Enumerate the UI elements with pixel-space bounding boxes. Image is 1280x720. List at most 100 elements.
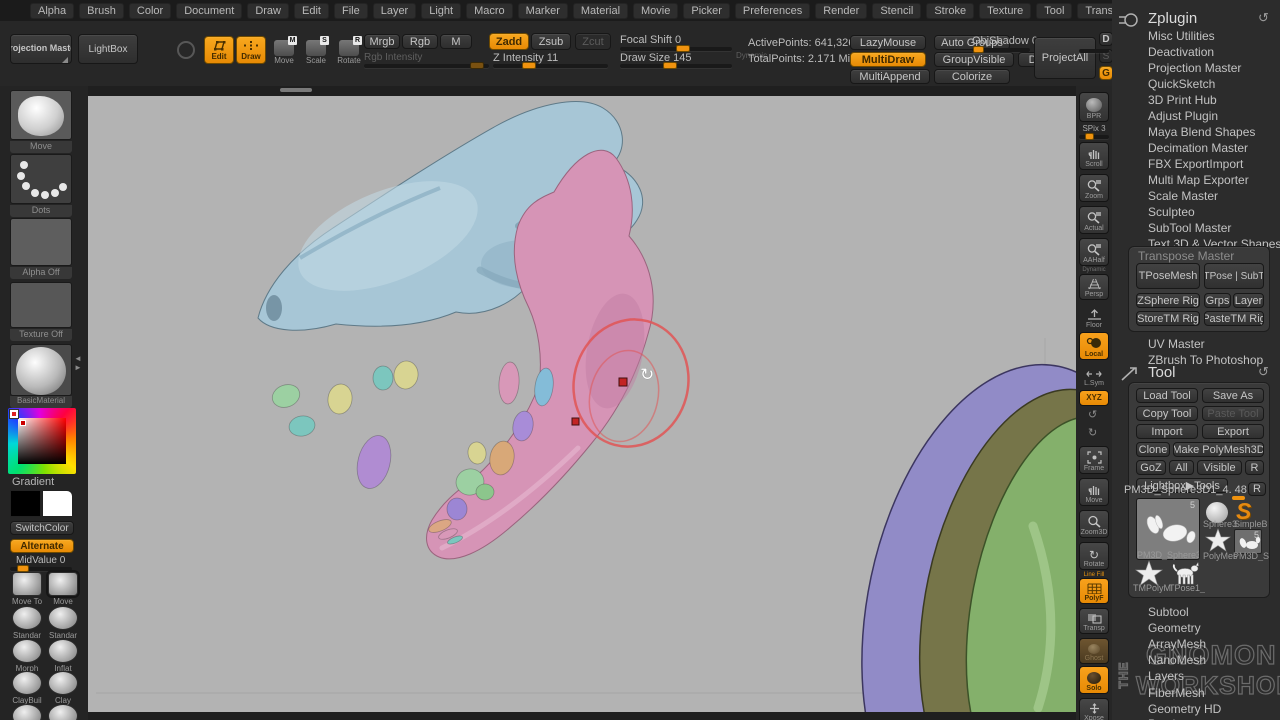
alternate-button[interactable]: Alternate — [10, 539, 74, 553]
layer-button[interactable]: Layer — [1233, 293, 1264, 308]
zcut-button[interactable]: Zcut — [575, 33, 611, 50]
aahalf-button[interactable]: AAHalf — [1079, 238, 1109, 266]
menu-picker[interactable]: Picker — [683, 3, 730, 19]
quick-brush-move[interactable] — [48, 572, 78, 596]
local-button[interactable]: Local — [1079, 332, 1109, 360]
lsym-button[interactable]: L.Sym — [1079, 364, 1109, 388]
menu-light[interactable]: Light — [421, 3, 461, 19]
menu-stencil[interactable]: Stencil — [872, 3, 921, 19]
ear-subtool[interactable] — [820, 337, 1076, 712]
tool-section-fibermesh[interactable]: FiberMesh — [1148, 686, 1205, 700]
lightbox-button[interactable]: LightBox — [78, 34, 138, 64]
storetm-rig-button[interactable]: StoreTM Rig — [1136, 311, 1200, 326]
menu-tool[interactable]: Tool — [1036, 3, 1072, 19]
zplugin-item-multi-map-exporter[interactable]: Multi Map Exporter — [1148, 173, 1249, 187]
scale-gyro-button[interactable]: S Scale — [302, 37, 330, 67]
tool-section-arraymesh[interactable]: ArrayMesh — [1148, 637, 1206, 651]
zplugin-title[interactable]: Zplugin — [1148, 10, 1197, 27]
zplugin-item-maya-blend-shapes[interactable]: Maya Blend Shapes — [1148, 125, 1255, 139]
gradient-label[interactable]: Gradient — [12, 476, 54, 488]
zplugin-item-projection-master[interactable]: Projection Master — [1148, 61, 1241, 75]
zplugin-item-scale-master[interactable]: Scale Master — [1148, 189, 1218, 203]
groupvisible-button[interactable]: GroupVisible — [934, 52, 1014, 67]
zsub-button[interactable]: Zsub — [531, 33, 571, 50]
menu-file[interactable]: File — [334, 3, 368, 19]
move-view-button[interactable]: Move — [1079, 478, 1109, 506]
menu-marker[interactable]: Marker — [518, 3, 568, 19]
zplugin-item-3d-print-hub[interactable]: 3D Print Hub — [1148, 93, 1217, 107]
zplugin-item-decimation-master[interactable]: Decimation Master — [1148, 141, 1248, 155]
quick-brush-morph[interactable] — [12, 639, 42, 663]
zplugin-item-adjust-plugin[interactable]: Adjust Plugin — [1148, 109, 1218, 123]
tray-divider-handle[interactable]: ◄► — [74, 354, 82, 372]
zoom-button[interactable]: Zoom — [1079, 174, 1109, 202]
tool-restore-icon[interactable]: ↺ — [1258, 364, 1269, 380]
persp-button[interactable]: Persp — [1079, 274, 1109, 300]
zsphere-rig-button[interactable]: ZSphere Rig — [1136, 293, 1200, 308]
zplugin-item-deactivation[interactable]: Deactivation — [1148, 45, 1214, 59]
quick-brush-claybuildup[interactable] — [12, 671, 42, 695]
quick-brush-inflat[interactable] — [48, 639, 78, 663]
move-gyro-button[interactable]: M Move — [270, 37, 298, 67]
tool-title[interactable]: Tool — [1148, 364, 1176, 381]
rgb-intensity-slider[interactable] — [364, 64, 489, 68]
quick-brush-standard2[interactable] — [48, 606, 78, 630]
export-button[interactable]: Export — [1202, 424, 1264, 439]
m-button[interactable]: M — [440, 34, 472, 49]
save-as-button[interactable]: Save As — [1202, 388, 1264, 403]
quick-brush-clay[interactable] — [48, 671, 78, 695]
zplugin-item-uv-master[interactable]: UV Master — [1148, 337, 1205, 351]
quick-brush-partial1[interactable] — [12, 704, 42, 720]
z-intensity-slider[interactable] — [493, 64, 608, 68]
draw-button[interactable]: Draw — [236, 36, 266, 64]
rgb-button[interactable]: Rgb — [402, 34, 438, 49]
current-tool-name[interactable]: PM3D_Sphere3D1_4. 48 — [1124, 484, 1247, 496]
goz-r-button[interactable]: R — [1245, 460, 1264, 475]
current-stroke-thumb[interactable] — [10, 154, 72, 204]
pastetm-rig-button[interactable]: PasteTM Rig — [1204, 311, 1264, 326]
menu-alpha[interactable]: Alpha — [30, 3, 74, 19]
y-rotate-icon[interactable]: ↺ — [1088, 408, 1097, 421]
zplugin-item-sculpteo[interactable]: Sculpteo — [1148, 205, 1195, 219]
clone-button[interactable]: Clone — [1136, 442, 1170, 457]
current-brush-thumb[interactable] — [10, 90, 72, 140]
colorize-button[interactable]: Colorize — [934, 69, 1010, 84]
main-color-swatch[interactable] — [10, 490, 41, 517]
draw-size-slider[interactable] — [620, 64, 732, 68]
quick-brush-standard1[interactable] — [12, 606, 42, 630]
xyz-button[interactable]: XYZ — [1079, 390, 1109, 406]
menu-macro[interactable]: Macro — [466, 3, 513, 19]
menu-stroke[interactable]: Stroke — [926, 3, 974, 19]
tool-section-subtool[interactable]: Subtool — [1148, 605, 1189, 619]
goz-button[interactable]: GoZ — [1136, 460, 1166, 475]
z-rotate-icon[interactable]: ↻ — [1088, 426, 1097, 439]
zplugin-restore-icon[interactable]: ↺ — [1258, 10, 1269, 26]
secondary-color-swatch[interactable] — [42, 490, 73, 517]
menu-document[interactable]: Document — [176, 3, 242, 19]
spix-slider[interactable] — [1079, 135, 1109, 139]
visible-button[interactable]: Visible — [1197, 460, 1242, 475]
zoom3d-button[interactable]: Zoom3D — [1079, 510, 1109, 538]
switchcolor-button[interactable]: SwitchColor — [10, 521, 74, 535]
lazymouse-button[interactable]: LazyMouse — [850, 35, 926, 50]
midvalue-slider[interactable] — [10, 567, 72, 571]
tpose-subt-button[interactable]: TPose | SubT — [1204, 263, 1264, 289]
polyframe-button[interactable]: PolyF — [1079, 578, 1109, 604]
tool-section-nanomesh[interactable]: NanoMesh — [1148, 653, 1206, 667]
tool-section-geometry[interactable]: Geometry — [1148, 621, 1201, 635]
quick-brush-move-to[interactable] — [12, 572, 42, 596]
menu-brush[interactable]: Brush — [79, 3, 124, 19]
ghost-button[interactable]: Ghost — [1079, 638, 1109, 664]
xpose-button[interactable]: Xpose — [1079, 698, 1109, 720]
grps-button[interactable]: Grps — [1204, 293, 1231, 308]
zadd-button[interactable]: Zadd — [489, 33, 529, 50]
zplugin-item-fbx-exportimport[interactable]: FBX ExportImport — [1148, 157, 1243, 171]
menu-edit[interactable]: Edit — [294, 3, 329, 19]
import-button[interactable]: Import — [1136, 424, 1198, 439]
rotate-gyro-button[interactable]: R Rotate — [334, 37, 364, 67]
transpose-master-title[interactable]: Transpose Master — [1138, 249, 1234, 263]
sculptris-pro-icon[interactable] — [177, 41, 195, 59]
current-tool-r-button[interactable]: R — [1248, 482, 1266, 496]
horizontal-scrollbar[interactable] — [280, 88, 312, 92]
copy-tool-button[interactable]: Copy Tool — [1136, 406, 1198, 421]
